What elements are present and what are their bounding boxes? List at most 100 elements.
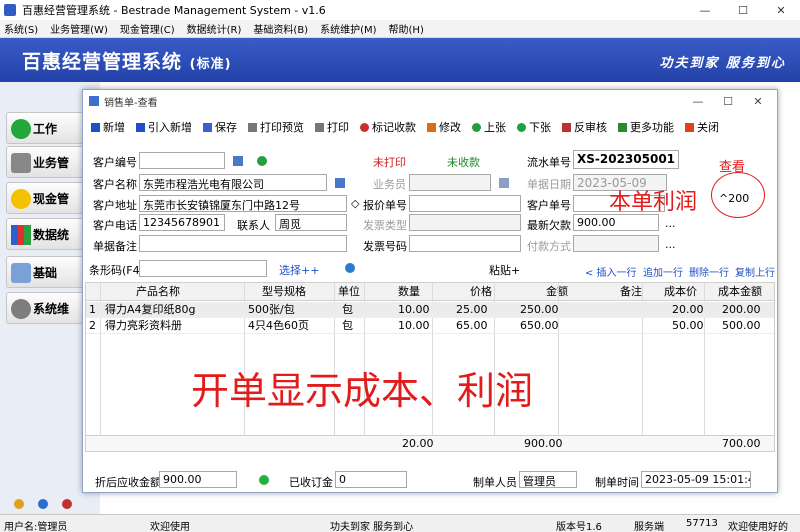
cell-amount: 250.00 <box>520 303 559 316</box>
menu-business[interactable]: 业务管理(W) <box>50 21 108 36</box>
add-customer-icon[interactable] <box>257 156 267 166</box>
search-icon[interactable] <box>335 178 345 188</box>
minimize-icon[interactable]: — <box>683 90 713 112</box>
customer-address-label: 客户地址 <box>93 199 137 212</box>
invoice-no-input[interactable] <box>409 235 521 252</box>
brand-name: 百惠经营管理系统 (标准) <box>22 47 232 74</box>
paste-link[interactable]: 粘贴+ <box>489 262 520 278</box>
globe-icon[interactable] <box>345 263 355 273</box>
customer-code-input[interactable] <box>139 152 225 169</box>
more-functions-button[interactable]: 更多功能 <box>618 119 674 135</box>
info-icon[interactable] <box>38 499 48 509</box>
mark-paid-button[interactable]: 标记收款 <box>360 119 416 135</box>
menu-maintenance[interactable]: 系统维护(M) <box>320 21 376 36</box>
total-qty: 20.00 <box>402 437 434 450</box>
nav-item-label: 业务管 <box>33 155 70 170</box>
print-button[interactable]: 打印 <box>315 119 349 135</box>
maker-input: 管理员 <box>519 471 577 488</box>
invoice-type-select[interactable] <box>409 214 521 231</box>
edit-button[interactable]: 修改 <box>427 119 461 135</box>
append-row-link[interactable]: 追加一行 <box>643 264 683 279</box>
close-button[interactable]: 关闭 <box>685 119 719 135</box>
down-arrow-icon <box>517 122 526 132</box>
customer-name-input[interactable]: 东莞市程浩光电有限公司 <box>139 174 327 191</box>
barcode-input[interactable] <box>139 260 267 277</box>
tag-icon <box>11 263 31 283</box>
invoice-no-label: 发票号码 <box>363 240 407 253</box>
annotation-profit-value: ^200 <box>719 192 750 205</box>
status-slogan: 功夫到家 服务到心 <box>330 522 414 532</box>
maker-label: 制单人员 <box>473 476 517 489</box>
menu-help[interactable]: 帮助(H) <box>389 21 424 36</box>
import-new-button[interactable]: 引入新增 <box>136 119 192 135</box>
previous-button[interactable]: 上张 <box>472 119 506 135</box>
unapprove-button[interactable]: 反审核 <box>562 119 607 135</box>
nav-item-label: 基础 <box>33 265 58 280</box>
more-icon[interactable]: ... <box>665 238 676 251</box>
col-cost-price: 成本价 <box>664 285 697 298</box>
menu-system[interactable]: 系统(S) <box>4 21 38 36</box>
status-dot-icon <box>259 475 269 485</box>
received-deposit-input[interactable]: 0 <box>335 471 407 488</box>
cell-spec: 4只4色60页 <box>248 319 309 332</box>
delete-row-link[interactable]: 删除一行 <box>689 264 729 279</box>
total-amount: 900.00 <box>524 437 563 450</box>
save-button[interactable]: 保存 <box>203 119 237 135</box>
cell-product: 得力亮彩资料册 <box>105 319 182 332</box>
status-count: 57713 <box>686 518 718 529</box>
mark-paid-button-label: 标记收款 <box>372 121 416 134</box>
copy-row-link[interactable]: 复制上行 <box>735 264 775 279</box>
customer-order-label: 客户单号 <box>527 199 571 212</box>
salesman-select[interactable] <box>409 174 491 191</box>
cell-price: 65.00 <box>456 319 488 332</box>
import-new-button-label: 引入新增 <box>148 121 192 134</box>
customer-address-input[interactable]: 东莞市长安镇锦厦东门中路12号 <box>139 195 347 212</box>
new-button[interactable]: 新增 <box>91 119 125 135</box>
col-spec: 型号规格 <box>262 285 306 298</box>
customer-phone-input[interactable]: 12345678901 <box>139 214 225 231</box>
status-user: 用户名:管理员 <box>4 522 68 532</box>
unapprove-icon <box>562 122 571 132</box>
cell-unit: 包 <box>342 303 353 316</box>
print-preview-button[interactable]: 打印预览 <box>248 119 304 135</box>
discount-amount-input[interactable]: 900.00 <box>159 471 237 488</box>
col-price: 价格 <box>470 285 492 298</box>
serial-no-input[interactable]: XS-202305001 <box>573 150 679 169</box>
person-icon[interactable] <box>499 178 509 188</box>
menu-cash[interactable]: 现金管理(C) <box>120 21 175 36</box>
insert-row-link[interactable]: < 插入一行 <box>585 264 637 279</box>
annotation-profit-label: 本单利润 <box>609 190 698 215</box>
minimize-icon[interactable]: — <box>686 0 724 20</box>
annotation-headline: 开单显示成本、利润 <box>191 369 534 413</box>
search-icon[interactable] <box>233 156 243 166</box>
invoice-type-label: 发票类型 <box>363 219 407 232</box>
menu-stats[interactable]: 数据统计(R) <box>187 21 242 36</box>
quote-no-input[interactable] <box>409 195 521 212</box>
maximize-icon[interactable]: ☐ <box>713 90 743 112</box>
barcode-label: 条形码(F4) <box>89 264 144 277</box>
close-icon[interactable]: ✕ <box>743 90 773 112</box>
cell-qty: 10.00 <box>398 319 430 332</box>
contact-input[interactable]: 周觅 <box>275 214 347 231</box>
remark-label: 单据备注 <box>93 240 137 253</box>
remark-input[interactable] <box>139 235 347 252</box>
select-link[interactable]: 选择++ <box>279 262 319 278</box>
maximize-icon[interactable]: ☐ <box>724 0 762 20</box>
key-icon[interactable] <box>14 499 24 509</box>
exit-icon[interactable] <box>62 499 72 509</box>
cell-unit: 包 <box>342 319 353 332</box>
menu-base-data[interactable]: 基础资料(B) <box>253 21 308 36</box>
save-button-label: 保存 <box>215 121 237 134</box>
unapprove-button-label: 反审核 <box>574 121 607 134</box>
next-button[interactable]: 下张 <box>517 119 551 135</box>
contact-label: 联系人 <box>237 219 270 232</box>
status-welcome: 欢迎使用 <box>150 522 190 532</box>
more-icon[interactable]: ... <box>665 217 676 230</box>
close-icon[interactable]: ✕ <box>762 0 800 20</box>
table-row[interactable]: 2 得力亮彩资料册 4只4色60页 包 10.00 65.00 650.00 5… <box>86 318 774 334</box>
more-icon <box>618 122 627 132</box>
pay-method-label: 付款方式 <box>527 240 571 253</box>
pay-method-select[interactable] <box>573 235 659 252</box>
table-row[interactable]: 1 得力A4复印纸80g 500张/包 包 10.00 25.00 250.00… <box>86 302 774 318</box>
dialog-title: 销售单-查看 <box>104 97 158 109</box>
